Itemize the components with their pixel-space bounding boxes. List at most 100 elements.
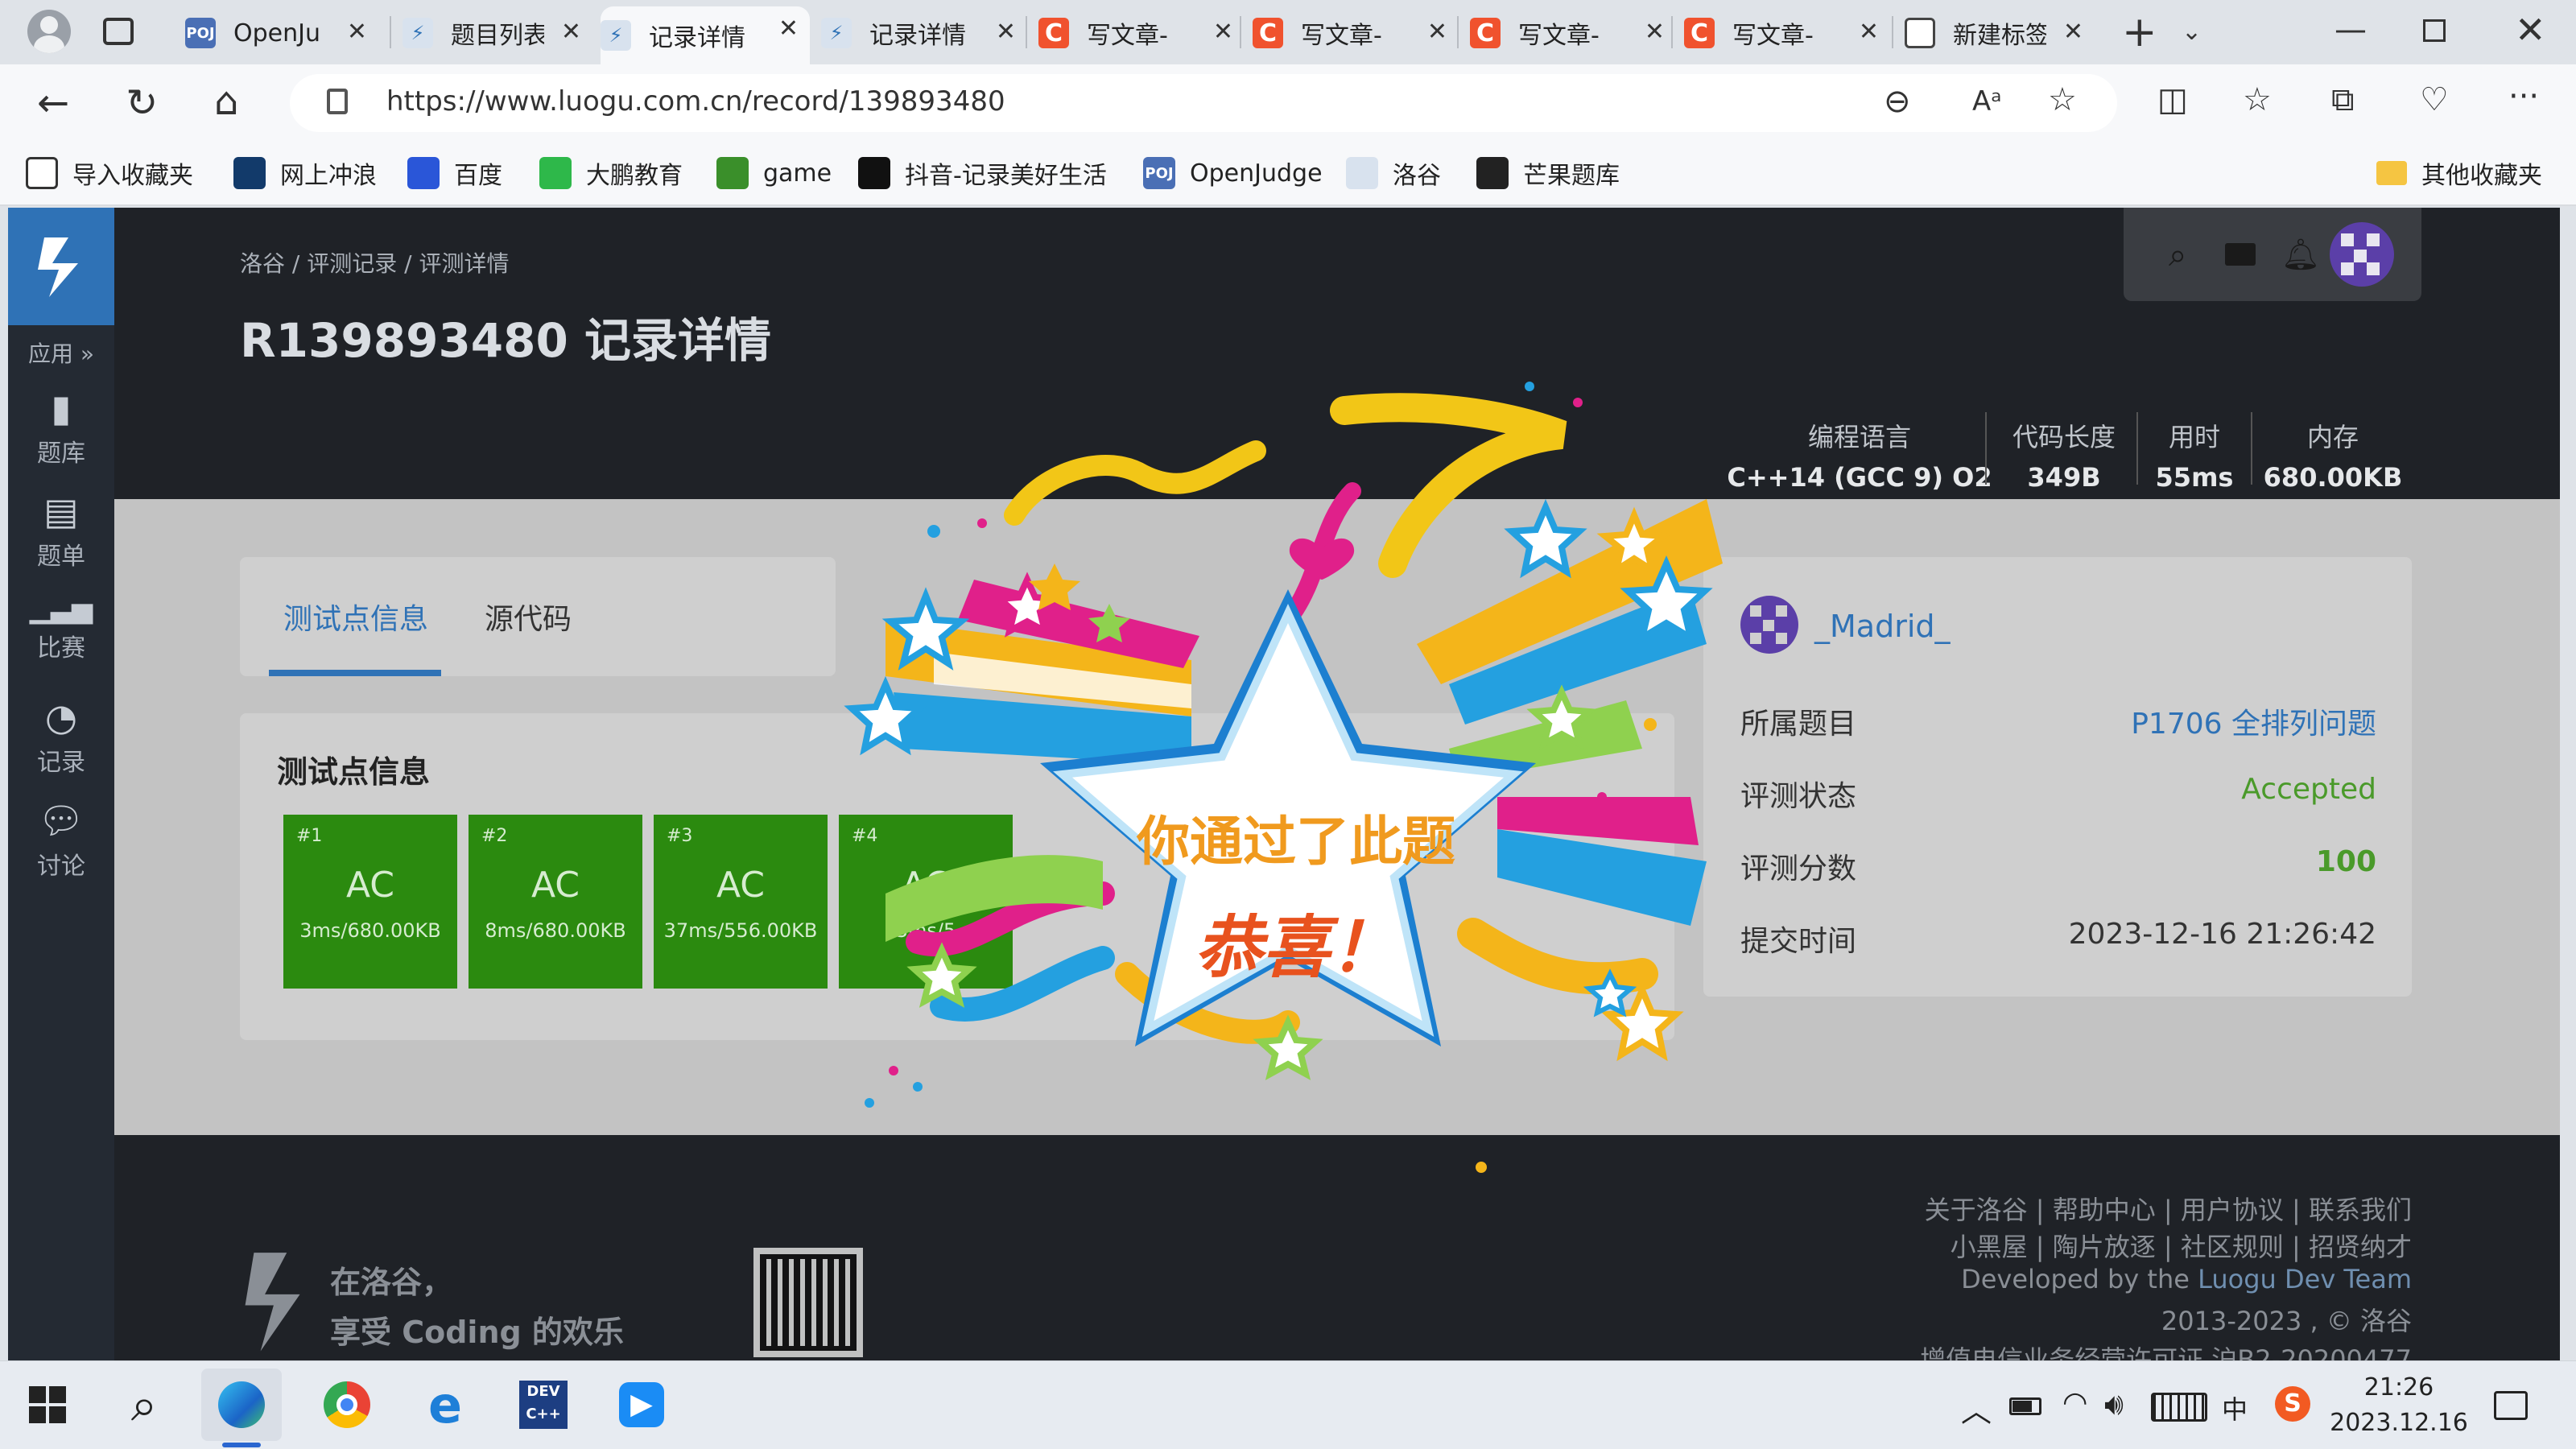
favorite-item[interactable]: 百度 (407, 155, 502, 192)
show-hidden-icons[interactable]: ︿ (1961, 1386, 1992, 1430)
tab-close-icon[interactable]: ✕ (2063, 18, 2083, 46)
browser-tab[interactable]: C 写文章- ✕ (1038, 10, 1245, 56)
sidebar-item[interactable]: ▤ 题单 (8, 489, 114, 572)
other-favorites[interactable]: 其他收藏夹 (2376, 155, 2542, 192)
favorite-item[interactable]: 芒果题库 (1476, 155, 1620, 192)
minimize-button[interactable]: — (2334, 11, 2367, 48)
clock-time[interactable]: 21:26 (2334, 1373, 2463, 1402)
tab-source[interactable]: 源代码 (485, 596, 572, 638)
volume-icon[interactable]: 🔊︎ (2104, 1386, 2124, 1422)
favorite-item[interactable]: 网上冲浪 (233, 155, 377, 192)
favorites-icon[interactable]: ☆ (2243, 84, 2272, 116)
search-icon[interactable]: ⌕ (2169, 237, 2186, 274)
record-row-score: 评测分数 100 (1740, 845, 2376, 887)
mail-icon[interactable] (2225, 243, 2256, 266)
start-button[interactable] (11, 1368, 84, 1441)
tab-close-icon[interactable]: ✕ (778, 14, 799, 43)
testcase-status: AC (530, 865, 580, 906)
sidebar-item[interactable]: ▁▃▅ 比赛 (8, 592, 114, 663)
battery-icon[interactable] (2009, 1397, 2041, 1415)
favorite-item[interactable]: 导入收藏夹 (26, 155, 193, 192)
folder-icon (2376, 161, 2407, 185)
stat-divider (2251, 412, 2252, 485)
sidebar-item[interactable]: ▮ 题库 (8, 386, 114, 469)
tab-actions-icon[interactable] (103, 18, 134, 45)
refresh-icon[interactable]: ↻ (126, 84, 158, 122)
browser-tab[interactable]: ⚡︎ 记录详情 ✕ (821, 10, 1027, 56)
clock-date[interactable]: 2023.12.16 (2325, 1409, 2473, 1437)
tab-close-icon[interactable]: ✕ (1213, 18, 1233, 46)
sogou-icon[interactable]: S (2275, 1386, 2310, 1422)
testcase-box[interactable]: #2 AC 8ms/680.00KB (469, 815, 642, 989)
sidebar-apps[interactable]: 应用 » (8, 336, 114, 369)
breadcrumb[interactable]: 洛谷 / 评测记录 / 评测详情 (240, 246, 509, 279)
bell-icon[interactable]: 🔔︎ (2281, 237, 2320, 273)
favorite-star-icon[interactable]: ☆ (2048, 84, 2077, 116)
record-user-name[interactable]: _Madrid_ (1814, 609, 1951, 644)
favorite-item[interactable]: POJ OpenJudge (1143, 155, 1323, 192)
ime-indicator[interactable]: 中 (2222, 1389, 2248, 1426)
surf-icon (233, 157, 266, 189)
chrome-taskbar-icon[interactable] (311, 1368, 383, 1441)
browser-tab[interactable]: POJ OpenJu ✕ (185, 10, 378, 56)
feishu-taskbar-icon[interactable]: ▶ (605, 1368, 678, 1441)
sidebar-item[interactable]: 💬︎ 讨论 (8, 799, 114, 881)
zoom-out-icon[interactable]: ⊖ (1884, 85, 1911, 118)
tab-close-icon[interactable]: ✕ (1427, 18, 1447, 46)
dapeng-icon (539, 157, 572, 189)
tab-close-icon[interactable]: ✕ (347, 18, 367, 46)
favorite-item[interactable]: 抖音-记录美好生活 (858, 155, 1107, 192)
address-bar[interactable]: https://www.luogu.com.cn/record/13989348… (290, 74, 2117, 132)
back-arrow-icon[interactable]: ← (37, 84, 69, 122)
lock-icon[interactable] (327, 89, 348, 114)
record-row-value[interactable]: P1706 全排列问题 (2131, 700, 2376, 742)
more-menu-icon[interactable]: ··· (2508, 80, 2539, 113)
ie-taskbar-icon[interactable]: e (409, 1368, 481, 1441)
browser-tab-label: 写文章- (1732, 22, 1814, 50)
congrats-burst-graphic (844, 382, 1723, 1173)
edge-taskbar-icon[interactable] (201, 1368, 282, 1441)
favorite-item[interactable]: 大鹏教育 (539, 155, 683, 192)
luogu-logo[interactable] (8, 208, 114, 325)
footer-links-2[interactable]: 小黑屋 | 陶片放逐 | 社区规则 | 招贤纳才 (1951, 1227, 2412, 1264)
notification-icon[interactable] (2494, 1391, 2528, 1420)
browser-tab[interactable]: C 写文章- ✕ (1470, 10, 1676, 56)
testcase-box[interactable]: #3 AC 37ms/556.00KB (654, 815, 828, 989)
browser-tab[interactable]: ⚡︎ 记录详情 ✕ (601, 6, 810, 64)
footer-links-1[interactable]: 关于洛谷 | 帮助中心 | 用户协议 | 联系我们 (1925, 1190, 2412, 1227)
browser-tab[interactable]: ⚡︎ 题目列表 ✕ (402, 10, 592, 56)
read-aloud-icon[interactable]: Aᵃ (1972, 85, 2002, 118)
new-tab-button[interactable]: + (2122, 8, 2157, 56)
tab-close-icon[interactable]: ✕ (561, 18, 581, 46)
tab-close-icon[interactable]: ✕ (1645, 18, 1665, 46)
footer-icp[interactable]: 增值电信业务经营许可证 沪B2-20200477 (1920, 1340, 2412, 1360)
devcpp-taskbar-icon[interactable]: DEV C++ (507, 1368, 580, 1441)
collections-icon[interactable]: ⧉ (2331, 84, 2355, 116)
user-avatar[interactable] (2330, 222, 2394, 287)
dev-team-link[interactable]: Luogu Dev Team (2198, 1264, 2412, 1294)
home-icon[interactable]: ⌂ (214, 82, 238, 121)
restore-button[interactable] (2423, 19, 2446, 42)
search-taskbar-icon[interactable]: ⌕ (108, 1368, 180, 1441)
split-screen-icon[interactable]: ◫ (2157, 84, 2188, 116)
browser-essentials-icon[interactable]: ♡ (2420, 84, 2449, 116)
tab-close-icon[interactable]: ✕ (996, 18, 1016, 46)
browser-tab[interactable]: 新建标签 ✕ (1905, 10, 2095, 56)
browser-tab[interactable]: C 写文章- ✕ (1253, 10, 1459, 56)
tab-testcases[interactable]: 测试点信息 (283, 596, 428, 638)
url-text[interactable]: https://www.luogu.com.cn/record/13989348… (386, 85, 1005, 118)
sidebar-item-label: 题库 (37, 440, 85, 468)
tab-list-chevron-icon[interactable]: ⌄ (2182, 18, 2202, 46)
wifi-icon[interactable]: ◠ (2062, 1386, 2087, 1419)
close-window-button[interactable]: ✕ (2515, 8, 2546, 52)
testcase-detail: 3ms/680.00KB (299, 919, 441, 942)
favorite-item[interactable]: 洛谷 (1346, 155, 1441, 192)
keyboard-icon[interactable] (2151, 1393, 2207, 1422)
favorite-item[interactable]: game (716, 155, 832, 192)
congrats-popup[interactable]: 你通过了此题 恭喜！ (837, 378, 1755, 1175)
browser-tab[interactable]: C 写文章- ✕ (1684, 10, 1890, 56)
tab-close-icon[interactable]: ✕ (1859, 18, 1879, 46)
testcase-box[interactable]: #1 AC 3ms/680.00KB (283, 815, 457, 989)
profile-avatar[interactable] (27, 10, 71, 53)
sidebar-item[interactable]: ◔ 记录 (8, 696, 114, 778)
